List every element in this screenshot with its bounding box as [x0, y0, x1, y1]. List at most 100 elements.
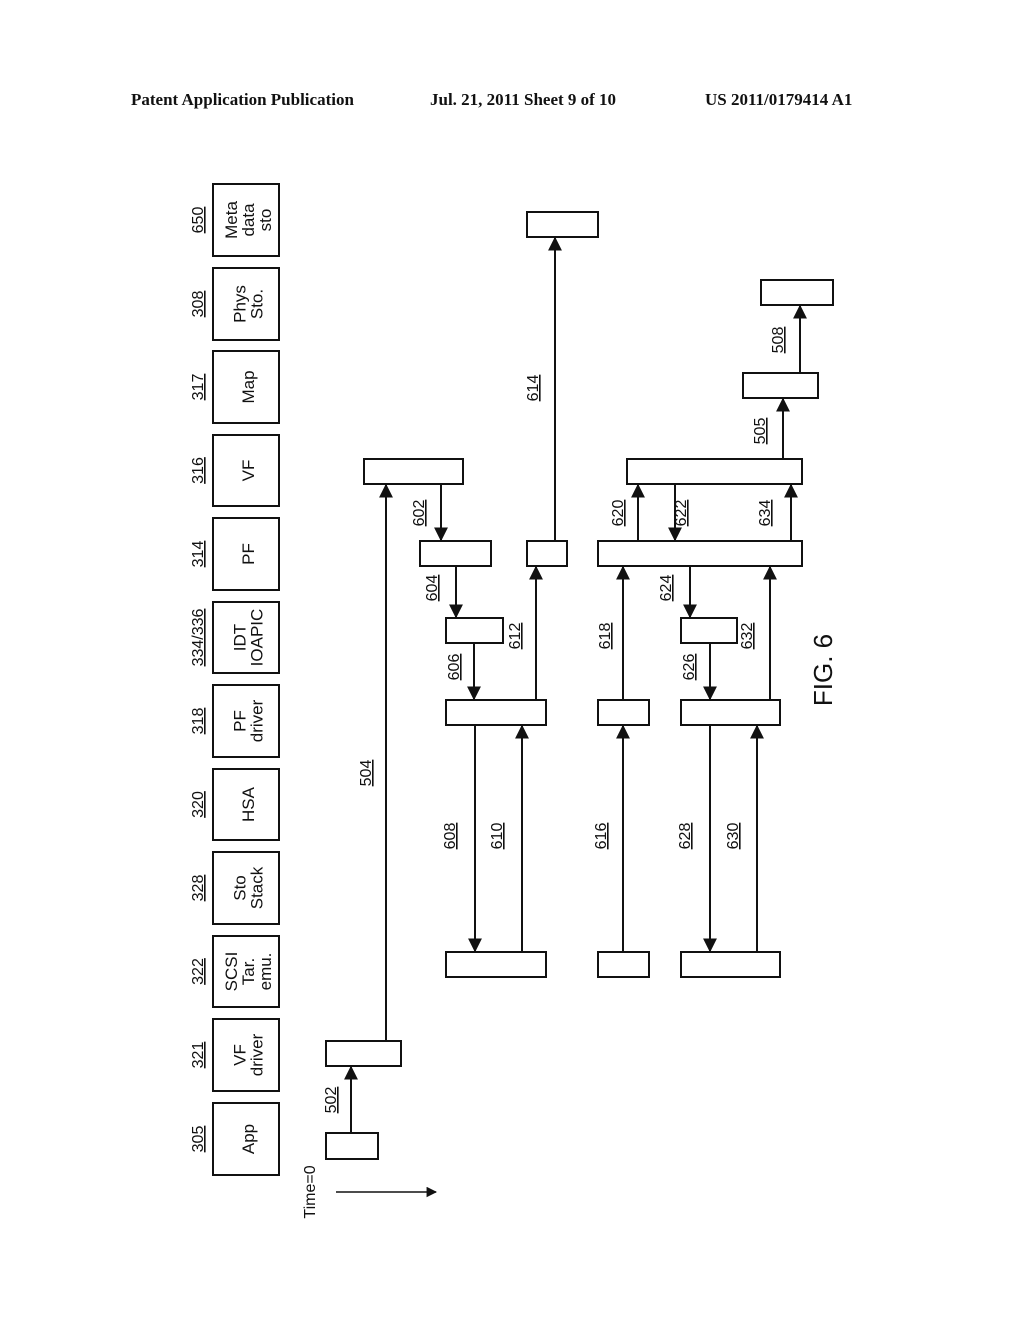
lane-header: 318 PFdriver: [190, 684, 280, 758]
lane-ref-number: 320: [190, 791, 207, 818]
activation-box: [626, 458, 803, 485]
arrow-label: 632: [739, 623, 756, 650]
lane-ref-number: 316: [190, 457, 207, 484]
lane-ref-number: 314: [190, 541, 207, 568]
lane-label: driver: [248, 699, 267, 742]
arrow-505: 505: [752, 397, 790, 459]
arrow-612: 612: [507, 565, 543, 700]
activation-box: [680, 951, 781, 978]
arrow-620: 620: [610, 483, 645, 541]
activation-box: [325, 1132, 379, 1160]
arrow-616: 616: [593, 724, 630, 951]
arrow-label: 505: [752, 418, 769, 445]
activation-box: [526, 211, 599, 238]
arrow-632: 632: [739, 565, 777, 700]
arrow-628: 628: [677, 725, 717, 953]
lane-ref-number: 308: [190, 291, 207, 318]
arrow-label: 628: [677, 823, 694, 850]
arrow-label: 612: [507, 623, 524, 650]
lane-header: 320 HSA: [190, 768, 280, 841]
arrow-502: 502: [323, 1065, 358, 1133]
arrow-label: 604: [424, 575, 441, 602]
lane-label: App: [239, 1124, 258, 1154]
lane-header: 322 SCSITar.emu.: [190, 935, 280, 1008]
activation-boxes: [325, 211, 834, 1160]
lane-ref-number: 322: [190, 958, 207, 985]
time-label: Time=0: [302, 1165, 319, 1218]
arrow-label: 502: [323, 1087, 340, 1114]
arrow-622: 622: [668, 484, 690, 542]
lane-header: 334/336 IDTIOAPIC: [190, 601, 280, 674]
lane-header: 321 VFdriver: [190, 1018, 280, 1092]
lane-label: sto: [256, 209, 275, 232]
arrow-624: 624: [658, 566, 697, 619]
arrow-626: 626: [681, 643, 717, 701]
lane-header: 650 Metadatasto: [190, 183, 280, 257]
sequence-diagram: 305 App321 VFdriver322 SCSITar.emu.328 StoSt…: [190, 183, 838, 1219]
activation-box: [597, 540, 803, 567]
arrow-label: 610: [489, 823, 506, 850]
lane-header: 314 PF: [190, 517, 280, 591]
arrow-608: 608: [442, 725, 482, 953]
lane-label: driver: [248, 1033, 267, 1076]
lane-ref-number: 318: [190, 708, 207, 735]
arrow-label: 634: [757, 500, 774, 527]
arrow-label: 630: [725, 823, 742, 850]
arrow-602: 602: [411, 484, 448, 542]
activation-box: [445, 699, 547, 726]
arrow-label: 616: [593, 823, 610, 850]
lane-header: 328 StoStack: [190, 851, 280, 925]
arrow-label: 618: [597, 623, 614, 650]
lane-label: Stack: [248, 866, 267, 909]
arrow-606: 606: [446, 643, 481, 701]
lane-ref-number: 334/336: [190, 608, 207, 666]
activation-box: [680, 617, 738, 644]
arrow-label: 602: [411, 500, 428, 527]
activation-box: [445, 617, 504, 644]
activation-box: [680, 699, 781, 726]
arrow-label: 606: [446, 654, 463, 681]
activation-box: [597, 699, 650, 726]
arrow-618: 618: [597, 565, 630, 700]
arrow-634: 634: [757, 483, 798, 541]
figure-caption: FIG. 6: [808, 634, 838, 706]
arrow-label: 622: [673, 500, 690, 527]
lane-label: IOAPIC: [248, 609, 267, 667]
arrow-label: 508: [770, 327, 787, 354]
activation-box: [526, 540, 568, 567]
arrow-610: 610: [489, 724, 529, 951]
activation-box: [363, 458, 464, 485]
arrow-label: 626: [681, 654, 698, 681]
lane-header: 317 Map: [190, 350, 280, 424]
lane-label: Map: [239, 370, 258, 403]
message-arrows: 502 504 602 604 606 608 610 612 614 616 618 620 622 6…: [323, 236, 807, 1133]
activation-box: [742, 372, 819, 399]
lane-ref-number: 305: [190, 1126, 207, 1153]
lane-ref-number: 321: [190, 1042, 207, 1069]
lane-header: 305 App: [190, 1102, 280, 1176]
arrow-label: 608: [442, 823, 459, 850]
activation-box: [325, 1040, 402, 1067]
lane-label: HSA: [239, 786, 258, 822]
lane-label: PF: [239, 543, 258, 565]
lane-headers: 305 App321 VFdriver322 SCSITar.emu.328 StoSt…: [190, 183, 280, 1176]
lane-label: Sto.: [248, 289, 267, 319]
lane-header: 308 PhysSto.: [190, 267, 280, 341]
arrow-label: 504: [358, 760, 375, 787]
arrow-label: 614: [525, 375, 542, 402]
activation-box: [419, 540, 492, 567]
lane-ref-number: 317: [190, 374, 207, 401]
arrow-508: 508: [770, 304, 807, 373]
arrow-630: 630: [725, 724, 764, 951]
lane-ref-number: 650: [190, 207, 207, 234]
lane-label: emu.: [256, 953, 275, 991]
activation-box: [597, 951, 650, 978]
activation-box: [760, 279, 834, 306]
arrow-614: 614: [525, 236, 562, 541]
lane-label: VF: [239, 460, 258, 482]
lane-ref-number: 328: [190, 875, 207, 902]
activation-box: [445, 951, 547, 978]
arrow-504: 504: [358, 483, 393, 1041]
arrow-label: 620: [610, 500, 627, 527]
arrow-label: 624: [658, 575, 675, 602]
